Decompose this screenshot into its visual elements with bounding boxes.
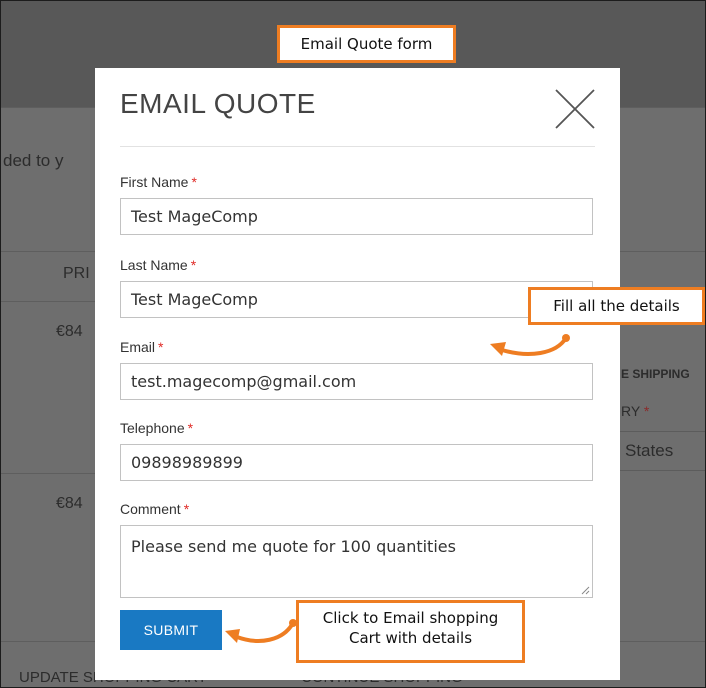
background-country-value: States xyxy=(625,441,674,460)
last-name-input[interactable]: Test MageComp xyxy=(120,281,593,318)
close-button[interactable] xyxy=(554,88,596,130)
telephone-input[interactable]: 09898989899 xyxy=(120,444,593,481)
curved-arrow-icon xyxy=(490,334,570,356)
comment-text: Please send me quote for 100 quantities xyxy=(131,537,456,556)
last-name-label: Last Name * xyxy=(120,257,197,273)
background-price-header: PRI xyxy=(63,265,90,282)
divider xyxy=(1,473,95,474)
screenshot-frame: ded to y PRI €84 E SHIPPING RY * States … xyxy=(0,0,706,688)
required-mark: * xyxy=(190,257,197,273)
background-price-1: €84 xyxy=(56,323,83,340)
required-mark: * xyxy=(158,339,164,355)
close-icon xyxy=(555,89,595,129)
background-message-fragment: ded to y xyxy=(3,151,64,170)
modal-title: EMAIL QUOTE xyxy=(120,88,316,119)
modal-divider xyxy=(120,146,595,147)
curved-arrow-icon xyxy=(225,619,297,643)
background-shipping-heading: E SHIPPING xyxy=(621,367,690,381)
submit-hint-line-2: Cart with details xyxy=(348,629,473,648)
first-name-input[interactable]: Test MageComp xyxy=(120,198,593,235)
required-mark: * xyxy=(183,501,190,517)
form-title-callout: Email Quote form xyxy=(277,25,456,63)
comment-label: Comment * xyxy=(120,501,190,517)
background-price-2: €84 xyxy=(56,495,83,512)
email-quote-modal: EMAIL QUOTE First Name * Test MageComp La… xyxy=(95,68,620,680)
submit-button[interactable]: SUBMIT xyxy=(120,610,222,650)
email-input[interactable]: test.magecomp@gmail.com xyxy=(120,363,593,400)
submit-hint-callout: Click to Email shopping Cart with detail… xyxy=(296,600,525,663)
comment-textarea[interactable]: Please send me quote for 100 quantities xyxy=(120,525,593,598)
fill-details-callout: Fill all the details xyxy=(528,287,705,325)
email-label: Email * xyxy=(120,339,164,355)
resize-handle-icon[interactable] xyxy=(581,586,590,595)
required-mark: * xyxy=(187,420,194,436)
telephone-label: Telephone * xyxy=(120,420,194,436)
background-country-label: RY * xyxy=(621,403,650,419)
required-mark: * xyxy=(191,174,197,190)
submit-hint-line-1: Click to Email shopping xyxy=(322,609,499,627)
first-name-label: First Name * xyxy=(120,174,197,190)
